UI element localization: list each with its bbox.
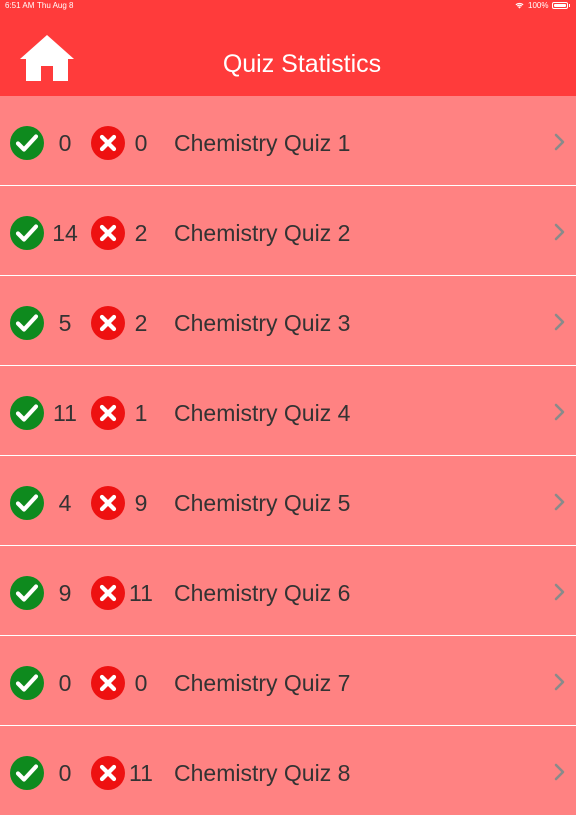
wrong-count: 11	[129, 580, 153, 606]
chevron-right-icon	[553, 133, 565, 151]
wrong-count: 1	[134, 400, 148, 426]
correct-check-icon	[10, 666, 44, 700]
wrong-count: 2	[134, 310, 148, 336]
quiz-row[interactable]: 11 1 Chemistry Quiz 4	[0, 366, 576, 456]
status-date: Thu Aug 8	[37, 1, 74, 10]
wrong-count: 11	[129, 760, 153, 786]
quiz-name: Chemistry Quiz 6	[174, 580, 351, 606]
wrong-x-icon	[91, 486, 125, 520]
quiz-row[interactable]: 5 2 Chemistry Quiz 3	[0, 276, 576, 366]
wrong-x-icon	[91, 576, 125, 610]
correct-count: 5	[58, 310, 72, 336]
quiz-name: Chemistry Quiz 8	[174, 760, 351, 786]
correct-check-icon	[10, 216, 44, 250]
wrong-count: 2	[134, 220, 148, 246]
correct-count: 4	[58, 490, 72, 516]
quiz-name: Chemistry Quiz 3	[174, 310, 351, 336]
quiz-name: Chemistry Quiz 5	[174, 490, 351, 516]
correct-check-icon	[10, 486, 44, 520]
wrong-x-icon	[91, 126, 125, 160]
chevron-right-icon	[553, 763, 565, 781]
quiz-name: Chemistry Quiz 4	[174, 400, 351, 426]
correct-count: 0	[58, 670, 72, 696]
correct-count: 11	[53, 400, 77, 426]
wrong-x-icon	[91, 756, 125, 790]
quiz-row[interactable]: 9 11 Chemistry Quiz 6	[0, 546, 576, 636]
chevron-right-icon	[553, 403, 565, 421]
quiz-name: Chemistry Quiz 7	[174, 670, 351, 696]
quiz-name: Chemistry Quiz 2	[174, 220, 351, 246]
status-indicators: 100%	[515, 1, 570, 10]
status-bar: 6:51 AM Thu Aug 8 100%	[0, 0, 576, 12]
battery-percentage: 100%	[528, 1, 549, 10]
chevron-right-icon	[553, 313, 565, 331]
correct-count: 14	[52, 220, 78, 246]
correct-count: 9	[58, 580, 72, 606]
status-time: 6:51 AM	[5, 1, 35, 10]
page-title: Quiz Statistics	[222, 50, 382, 78]
wrong-x-icon	[91, 306, 125, 340]
battery-icon	[551, 2, 568, 9]
quiz-row[interactable]: 0 0 Chemistry Quiz 7	[0, 636, 576, 726]
correct-count: 0	[58, 130, 72, 156]
wrong-x-icon	[91, 216, 125, 250]
quiz-list: 0 0 Chemistry Quiz 1 14 2 Chemistry Quiz 252C…	[0, 96, 576, 816]
quiz-name: Chemistry Quiz 1	[174, 130, 351, 156]
correct-check-icon	[10, 396, 44, 430]
correct-check-icon	[10, 756, 44, 790]
correct-check-icon	[10, 126, 44, 160]
wrong-x-icon	[91, 666, 125, 700]
quiz-row[interactable]: 0 11 Chemistry Quiz 8	[0, 726, 576, 816]
wrong-x-icon	[91, 396, 125, 430]
wrong-count: 9	[134, 490, 148, 516]
chevron-right-icon	[553, 493, 565, 511]
chevron-right-icon	[553, 673, 565, 691]
quiz-row[interactable]: 4 9 Chemistry Quiz 5	[0, 456, 576, 546]
wrong-count: 0	[134, 670, 148, 696]
correct-check-icon	[10, 576, 44, 610]
wrong-count: 0	[134, 130, 148, 156]
chevron-right-icon	[553, 583, 565, 601]
quiz-row[interactable]: 0 0 Chemistry Quiz 1	[0, 96, 576, 186]
chevron-right-icon	[553, 223, 565, 241]
correct-count: 0	[58, 760, 72, 786]
wifi-icon	[515, 2, 524, 9]
correct-check-icon	[10, 306, 44, 340]
quiz-row[interactable]: 14 2 Chemistry Quiz 2	[0, 186, 576, 276]
navigation-bar: 6:51 AM Thu Aug 8 100% Quiz Statistics	[0, 0, 576, 96]
battery-tip	[568, 4, 570, 7]
